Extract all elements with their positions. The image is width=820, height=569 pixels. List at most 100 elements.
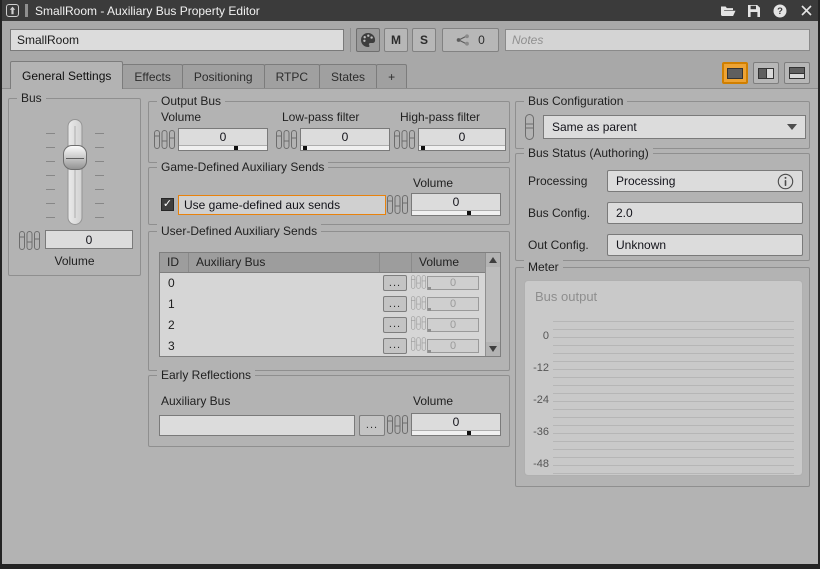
slider-handle[interactable] (63, 145, 87, 170)
user-defined-group-label: User-Defined Auxiliary Sends (157, 224, 321, 238)
scroll-up-icon[interactable] (486, 253, 500, 267)
er-browse-button[interactable]: ... (359, 415, 385, 436)
mini-slider[interactable] (412, 210, 500, 215)
info-icon[interactable] (777, 173, 794, 190)
layout-rows-button[interactable] (784, 62, 810, 84)
table-row[interactable]: 0 ... 0 (160, 273, 485, 294)
bus-volume-slider[interactable] (46, 119, 104, 229)
table-row[interactable]: 3 ... 0 (160, 335, 485, 356)
mute-button[interactable]: M (384, 28, 408, 52)
browse-button[interactable]: ... (383, 275, 407, 291)
lowpass-field[interactable]: 0 (300, 128, 390, 151)
mini-slider[interactable] (412, 430, 500, 435)
open-icon[interactable] (720, 3, 736, 19)
bus-configuration-dropdown[interactable]: Same as parent (543, 115, 806, 139)
row-id: 1 (160, 297, 188, 311)
table-row[interactable]: 1 ... 0 (160, 294, 485, 315)
solo-button[interactable]: S (412, 28, 436, 52)
meter-group-label: Meter (524, 260, 563, 274)
table-row[interactable]: 2 ... 0 (160, 314, 485, 335)
er-volume-field[interactable]: 0 (411, 413, 501, 436)
object-name-input[interactable] (10, 29, 344, 51)
tab-positioning[interactable]: Positioning (182, 64, 265, 88)
meter-scale-36: -36 (525, 426, 549, 438)
notes-input[interactable] (505, 29, 810, 51)
layout-single-button[interactable] (722, 62, 748, 84)
save-icon[interactable] (746, 3, 762, 19)
col-volume[interactable]: Volume (411, 253, 485, 272)
out-config-label: Out Config. (528, 238, 607, 252)
meter-group: Meter Bus output 0 -12 -24 -36 -48 (515, 267, 810, 487)
slider-track[interactable] (67, 119, 82, 225)
bus-status-group: Bus Status (Authoring) Processing Proces… (515, 153, 810, 261)
general-settings-panel: Bus 0 Volume Output Bus Volume Low-pass … (2, 88, 818, 564)
game-defined-sends-group: Game-Defined Auxiliary Sends ✓ Use game-… (148, 167, 510, 225)
references-button[interactable]: 0 (442, 28, 499, 52)
bus-volume-field[interactable]: 0 (45, 230, 133, 249)
row-volume-field: 0 (427, 339, 479, 353)
browse-button[interactable]: ... (383, 338, 407, 354)
table-header: ID Auxiliary Bus Volume (160, 253, 485, 273)
processing-field: Processing (607, 170, 803, 192)
table-scrollbar[interactable] (485, 253, 500, 356)
highpass-field[interactable]: 0 (418, 128, 506, 151)
tab-general-settings[interactable]: General Settings (10, 61, 123, 89)
early-reflections-group: Early Reflections Auxiliary Bus ... Volu… (148, 375, 510, 447)
rtpc-icon[interactable] (387, 195, 408, 219)
row-id: 2 (160, 318, 188, 332)
game-defined-group-label: Game-Defined Auxiliary Sends (157, 160, 328, 174)
gds-volume-field[interactable]: 0 (411, 193, 501, 216)
rtpc-icon[interactable] (276, 130, 297, 154)
er-aux-bus-label: Auxiliary Bus (161, 394, 230, 408)
user-defined-sends-table: ID Auxiliary Bus Volume 0 ... 0 (159, 252, 501, 357)
rtpc-icon[interactable] (394, 130, 415, 154)
window-title: SmallRoom - Auxiliary Bus Property Edito… (35, 4, 720, 18)
rtpc-icon (411, 274, 426, 293)
row-volume-field: 0 (427, 276, 479, 290)
tab-add[interactable]: + (376, 64, 407, 88)
mini-slider[interactable] (179, 145, 267, 150)
color-palette-button[interactable] (356, 28, 380, 52)
browse-button[interactable]: ... (383, 317, 407, 333)
tab-states[interactable]: States (319, 64, 377, 88)
pin-icon[interactable] (6, 4, 19, 17)
rtpc-icon[interactable] (19, 231, 40, 255)
out-config-field: Unknown (607, 234, 803, 256)
bus-output-meter: Bus output 0 -12 -24 -36 -48 (524, 280, 803, 476)
rtpc-icon[interactable] (387, 415, 408, 439)
output-bus-group: Output Bus Volume Low-pass filter High-p… (148, 101, 510, 163)
col-auxiliary-bus[interactable]: Auxiliary Bus (188, 253, 379, 272)
layout-rows-icon (789, 67, 805, 79)
tab-rtpc[interactable]: RTPC (264, 64, 320, 88)
output-volume-field[interactable]: 0 (178, 128, 268, 151)
browse-button[interactable]: ... (383, 296, 407, 312)
meter-gridlines (553, 321, 794, 475)
processing-label: Processing (528, 174, 607, 188)
layout-columns-button[interactable] (753, 62, 779, 84)
share-icon (456, 34, 470, 46)
aux-bus-property-editor-window: SmallRoom - Auxiliary Bus Property Edito… (0, 0, 820, 569)
bus-group-label: Bus (17, 91, 46, 105)
use-game-defined-label[interactable]: Use game-defined aux sends (178, 195, 386, 215)
mini-slider[interactable] (301, 145, 389, 150)
bus-configuration-value: Same as parent (552, 120, 637, 134)
meter-scale-12: -12 (525, 362, 549, 374)
scroll-down-icon[interactable] (486, 342, 500, 356)
mini-slider[interactable] (419, 145, 505, 150)
early-reflections-group-label: Early Reflections (157, 368, 255, 382)
close-icon[interactable] (798, 3, 814, 19)
toolbar-separator (350, 28, 351, 52)
bus-volume-label: Volume (9, 254, 140, 268)
col-id[interactable]: ID (160, 253, 188, 272)
rtpc-icon[interactable] (154, 130, 175, 154)
bus-configuration-group: Bus Configuration Same as parent (515, 101, 810, 149)
meter-scale-48: -48 (525, 458, 549, 470)
layout-columns-icon (758, 68, 774, 79)
use-game-defined-checkbox[interactable]: ✓ (161, 198, 174, 211)
reference-count: 0 (478, 33, 485, 47)
help-icon[interactable]: ? (772, 3, 788, 19)
row-id: 3 (160, 339, 188, 353)
tab-effects[interactable]: Effects (122, 64, 182, 88)
er-volume-label: Volume (413, 394, 453, 408)
er-aux-bus-field[interactable] (159, 415, 355, 436)
